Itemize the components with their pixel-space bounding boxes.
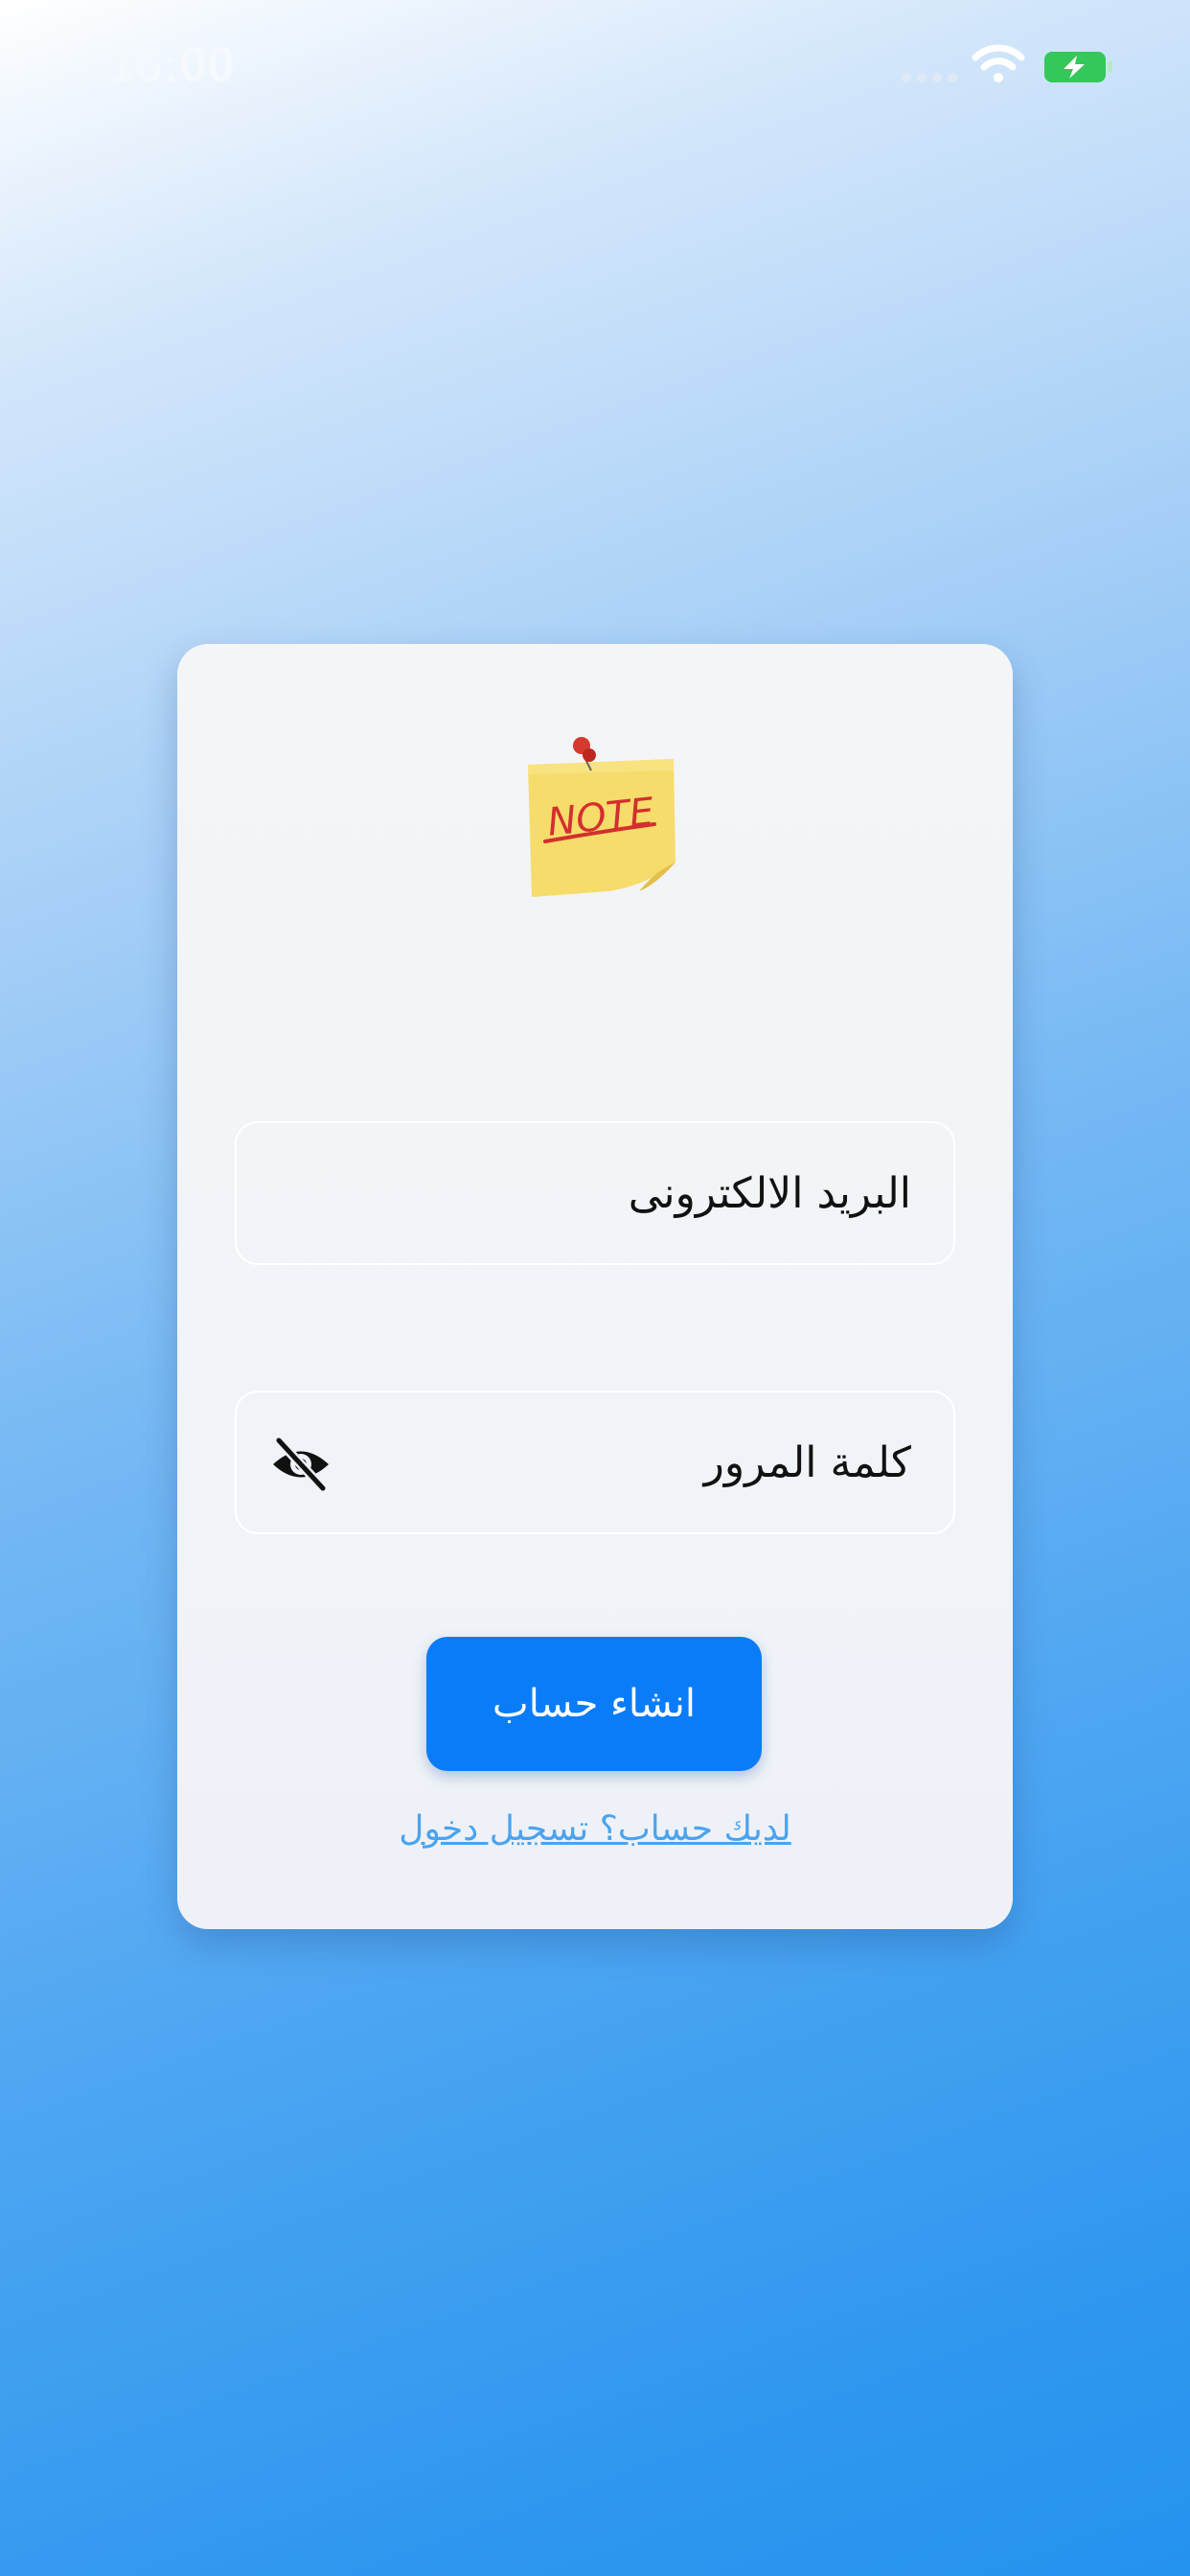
wifi-icon — [972, 44, 1025, 82]
email-field[interactable]: البريد الالكترونى — [235, 1121, 955, 1265]
password-field[interactable]: كلمة المرور — [235, 1391, 955, 1534]
password-placeholder: كلمة المرور — [703, 1438, 911, 1487]
signup-card: NOTE البريد الالكترونى كلمة المرور انشاء… — [177, 644, 1013, 1929]
email-placeholder: البريد الالكترونى — [628, 1168, 911, 1218]
status-time: 16:00 — [107, 37, 235, 93]
create-account-button[interactable]: انشاء حساب — [426, 1637, 762, 1771]
note-logo-icon: NOTE — [528, 737, 675, 897]
status-bar: 16:00 — [0, 0, 1190, 134]
eye-off-icon[interactable] — [269, 1437, 332, 1492]
battery-charging-icon — [1044, 52, 1112, 82]
signal-dots-icon — [902, 73, 957, 82]
login-link[interactable]: لديك حساب؟ تسجيل دخول — [177, 1809, 1013, 1849]
